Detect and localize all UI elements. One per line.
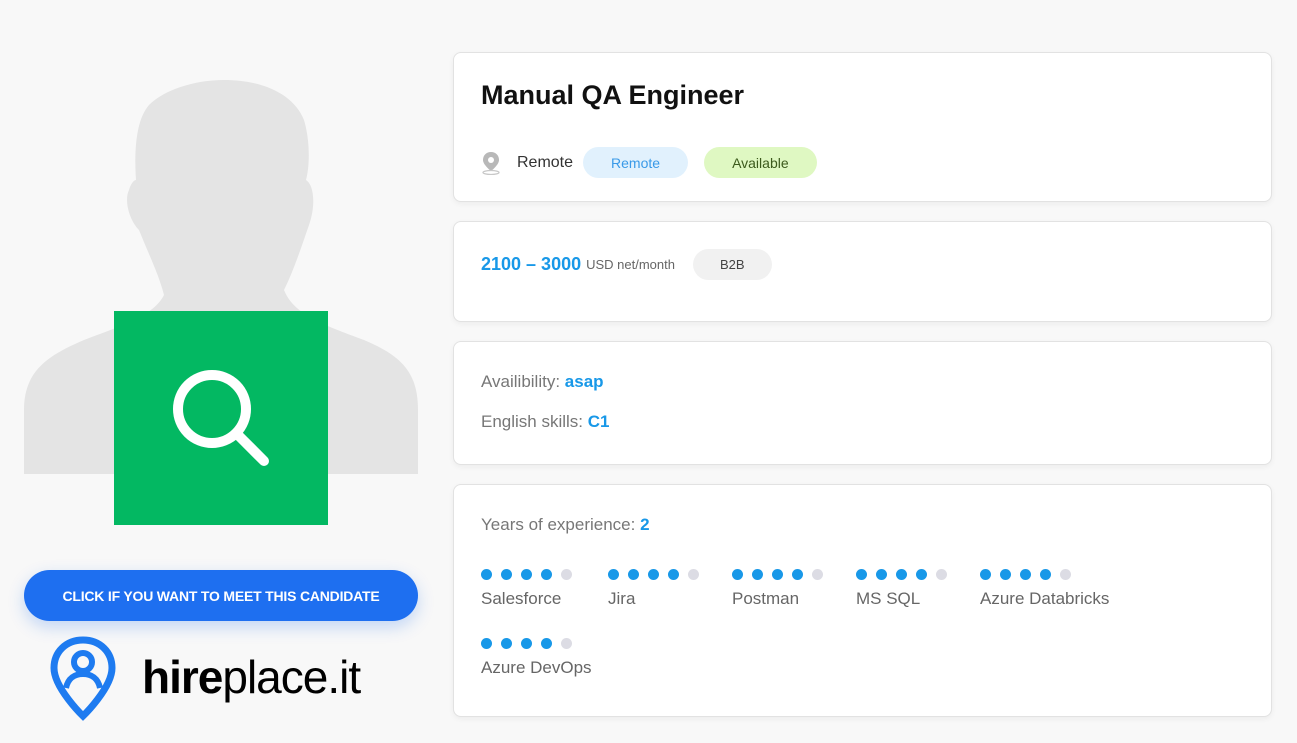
rating-dot-filled: [772, 568, 783, 580]
rating-dot-filled: [856, 568, 867, 580]
rating-dot-empty: [561, 637, 572, 649]
rating-dot-filled: [668, 568, 679, 580]
rating-dot-empty: [936, 568, 947, 580]
skill-item: MS SQL: [856, 568, 956, 609]
experience-card: Years of experience: 2 Salesforce Jira Pos…: [453, 484, 1272, 717]
skill-item: Azure Databricks: [980, 568, 1109, 609]
rating-dot-filled: [501, 568, 512, 580]
rating-dot-filled: [521, 637, 532, 649]
skill-name: Azure Databricks: [980, 589, 1110, 608]
english-row: English skills: C1: [481, 412, 610, 432]
skill-rating: [980, 568, 1109, 580]
rating-dot-empty: [561, 568, 572, 580]
skill-rating: [856, 568, 956, 580]
job-header-card: Manual QA Engineer Remote Remote Availab…: [453, 52, 1272, 202]
skill-item: Salesforce: [481, 568, 581, 609]
rating-dot-filled: [608, 568, 619, 580]
rating-dot-filled: [1040, 568, 1051, 580]
status-badge: Available: [704, 147, 817, 178]
search-icon: [173, 370, 269, 466]
rating-dot-filled: [1000, 568, 1011, 580]
rating-dot-filled: [501, 637, 512, 649]
candidate-panel: CLICK IF YOU WANT TO MEET THIS CANDIDATE…: [0, 0, 440, 743]
rating-dot-filled: [876, 568, 887, 580]
rating-dot-filled: [792, 568, 803, 580]
location-row: Remote Remote Available: [481, 147, 833, 178]
rating-dot-filled: [481, 637, 492, 649]
salary-card: 2100 – 3000 USD net/month B2B: [453, 221, 1272, 322]
skill-item: Postman: [732, 568, 832, 609]
skill-name: Azure DevOps: [481, 658, 592, 677]
availability-label: Availibility:: [481, 372, 561, 391]
skill-rating: [481, 568, 581, 580]
rating-dot-filled: [628, 568, 639, 580]
experience-label: Years of experience:: [481, 515, 636, 534]
experience-value: 2: [640, 515, 650, 534]
skill-name: Jira: [608, 589, 636, 608]
rating-dot-filled: [481, 568, 492, 580]
details-card: Availibility: asap English skills: C1: [453, 341, 1272, 465]
english-value: C1: [587, 412, 610, 431]
skill-name: Salesforce: [481, 589, 562, 608]
salary-unit: USD net/month: [586, 257, 675, 272]
work-mode-badge: Remote: [583, 147, 689, 178]
rating-dot-filled: [541, 568, 552, 580]
rating-dot-filled: [541, 637, 552, 649]
rating-dot-filled: [1020, 568, 1031, 580]
hireplace-logo: hireplace.it: [50, 636, 410, 722]
rating-dot-filled: [521, 568, 532, 580]
availability-row: Availibility: asap: [481, 372, 604, 392]
search-tile: [114, 311, 328, 525]
skill-rating: [608, 568, 708, 580]
location-person-logo-icon: [50, 636, 116, 721]
logo-wordmark: hireplace.it: [142, 651, 361, 703]
rating-dot-empty: [812, 568, 823, 580]
skill-item: Azure DevOps: [481, 637, 592, 678]
salary-row: 2100 – 3000 USD net/month B2B: [481, 249, 788, 280]
meet-candidate-button[interactable]: CLICK IF YOU WANT TO MEET THIS CANDIDATE: [24, 570, 418, 621]
rating-dot-filled: [896, 568, 907, 580]
skill-item: Jira: [608, 568, 708, 609]
rating-dot-filled: [916, 568, 927, 580]
location-pin-icon: [482, 151, 500, 175]
rating-dot-empty: [1060, 568, 1071, 580]
rating-dot-empty: [688, 568, 699, 580]
rating-dot-filled: [648, 568, 659, 580]
skill-rating: [481, 637, 592, 649]
rating-dot-filled: [980, 568, 991, 580]
job-title: Manual QA Engineer: [481, 80, 745, 110]
rating-dot-filled: [732, 568, 743, 580]
contract-badge: B2B: [692, 249, 772, 280]
skill-name: Postman: [732, 589, 800, 608]
location-text: Remote: [517, 153, 574, 171]
skill-name: MS SQL: [856, 589, 921, 608]
rating-dot-filled: [752, 568, 763, 580]
experience-row: Years of experience: 2: [481, 515, 650, 535]
english-label: English skills:: [481, 412, 584, 431]
salary-range: 2100 – 3000: [481, 254, 582, 274]
availability-value: asap: [564, 372, 604, 391]
skill-rating: [732, 568, 832, 580]
